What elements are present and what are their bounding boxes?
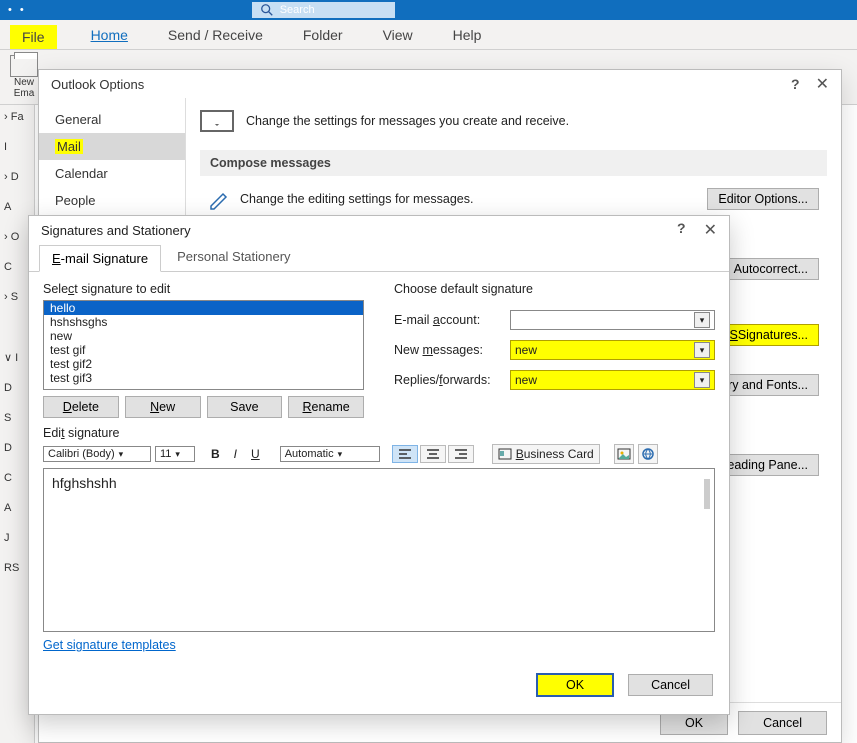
category-mail[interactable]: Mail <box>39 133 185 160</box>
align-right-icon <box>454 448 468 460</box>
options-header-text: Change the settings for messages you cre… <box>246 114 569 128</box>
signatures-tabs: E-mail Signature Personal Stationery <box>29 244 729 272</box>
align-left-icon <box>398 448 412 460</box>
card-icon <box>498 448 512 460</box>
edit-signature-label: Edit signature <box>43 426 715 440</box>
search-box[interactable]: Search <box>252 2 395 18</box>
scrollbar[interactable] <box>704 479 710 509</box>
bold-button[interactable]: B <box>205 444 226 464</box>
delete-button[interactable]: Delete <box>43 396 119 418</box>
list-item[interactable]: new <box>44 329 363 343</box>
app-titlebar: •• Search <box>0 0 857 20</box>
editor-toolbar: Calibri (Body)▾ 11▾ B I U Automatic▾ <box>43 444 715 464</box>
get-templates-link[interactable]: Get signature templates <box>43 638 715 652</box>
chevron-down-icon: ▾ <box>694 372 710 388</box>
options-titlebar: Outlook Options ? ✕ <box>39 70 841 98</box>
compose-desc: Change the editing settings for messages… <box>240 192 473 206</box>
tab-personal-stationery[interactable]: Personal Stationery <box>165 244 302 271</box>
editor-content: hfghshshh <box>52 475 117 491</box>
align-right-button[interactable] <box>448 445 474 463</box>
rename-button[interactable]: Rename <box>288 396 364 418</box>
new-email-button[interactable]: New Ema <box>10 55 38 99</box>
signatures-cancel-button[interactable]: Cancel <box>628 674 713 696</box>
signatures-ok-button[interactable]: OK <box>536 673 614 697</box>
search-placeholder: Search <box>280 4 315 16</box>
list-item[interactable]: test gif <box>44 343 363 357</box>
replies-forwards-label: Replies/forwards: <box>394 373 504 387</box>
category-people[interactable]: People <box>39 187 185 214</box>
email-account-dropdown[interactable]: ▾ <box>510 310 715 330</box>
search-icon <box>260 3 274 17</box>
chevron-down-icon: ▾ <box>694 312 710 328</box>
font-size-select[interactable]: 11▾ <box>155 446 195 462</box>
signature-editor[interactable]: hfghshshh <box>43 468 715 632</box>
font-color-select[interactable]: Automatic▾ <box>280 446 380 462</box>
new-messages-label: New messages: <box>394 343 504 357</box>
signature-list[interactable]: hello hshshsghs new test gif test gif2 t… <box>43 300 364 390</box>
category-calendar[interactable]: Calendar <box>39 160 185 187</box>
italic-button[interactable]: I <box>228 444 243 464</box>
insert-picture-button[interactable] <box>614 444 634 464</box>
signatures-title: Signatures and Stationery <box>41 223 191 238</box>
envelope-icon <box>10 55 38 77</box>
select-signature-label: Select signature to edit <box>43 282 364 296</box>
list-item[interactable]: hello <box>44 301 363 315</box>
choose-default-label: Choose default signature <box>394 282 715 296</box>
chevron-down-icon: ▾ <box>694 342 710 358</box>
business-card-button[interactable]: Business Card <box>492 444 600 464</box>
category-general[interactable]: General <box>39 106 185 133</box>
tab-send-receive[interactable]: Send / Receive <box>162 23 269 49</box>
favorites-group[interactable]: › Fa <box>4 111 30 123</box>
list-item[interactable]: hshshsghs <box>44 315 363 329</box>
replies-forwards-dropdown[interactable]: new▾ <box>510 370 715 390</box>
envelope-icon <box>200 110 234 132</box>
options-title: Outlook Options <box>51 77 144 92</box>
tab-help[interactable]: Help <box>447 23 488 49</box>
tab-file[interactable]: File <box>10 25 57 49</box>
options-cancel-button[interactable]: Cancel <box>738 711 827 735</box>
compose-section-title: Compose messages <box>200 150 827 176</box>
underline-button[interactable]: U <box>245 444 266 464</box>
list-item[interactable]: test gif2 <box>44 357 363 371</box>
new-messages-dropdown[interactable]: new▾ <box>510 340 715 360</box>
align-center-button[interactable] <box>420 445 446 463</box>
tab-view[interactable]: View <box>377 23 419 49</box>
list-item[interactable]: test gif3 <box>44 371 363 385</box>
link-icon <box>641 447 655 461</box>
tab-email-signature[interactable]: E-mail Signature <box>39 245 161 272</box>
ribbon-tabs: File Home Send / Receive Folder View Hel… <box>0 20 857 50</box>
save-button[interactable]: Save <box>207 396 283 418</box>
help-icon[interactable]: ? <box>677 220 686 240</box>
signatures-dialog: Signatures and Stationery ? ✕ E-mail Sig… <box>28 215 730 715</box>
help-icon[interactable]: ? <box>791 76 800 92</box>
email-account-label: E-mail account: <box>394 313 504 327</box>
align-center-icon <box>426 448 440 460</box>
align-left-button[interactable] <box>392 445 418 463</box>
picture-icon <box>617 448 631 460</box>
insert-hyperlink-button[interactable] <box>638 444 658 464</box>
editor-options-button[interactable]: Editor Options... <box>707 188 819 210</box>
font-family-select[interactable]: Calibri (Body)▾ <box>43 446 151 462</box>
tab-folder[interactable]: Folder <box>297 23 349 49</box>
close-icon[interactable]: ✕ <box>704 220 717 240</box>
close-icon[interactable]: ✕ <box>816 74 829 94</box>
pencil-icon <box>208 188 230 210</box>
new-button[interactable]: New <box>125 396 201 418</box>
tab-home[interactable]: Home <box>85 23 134 49</box>
